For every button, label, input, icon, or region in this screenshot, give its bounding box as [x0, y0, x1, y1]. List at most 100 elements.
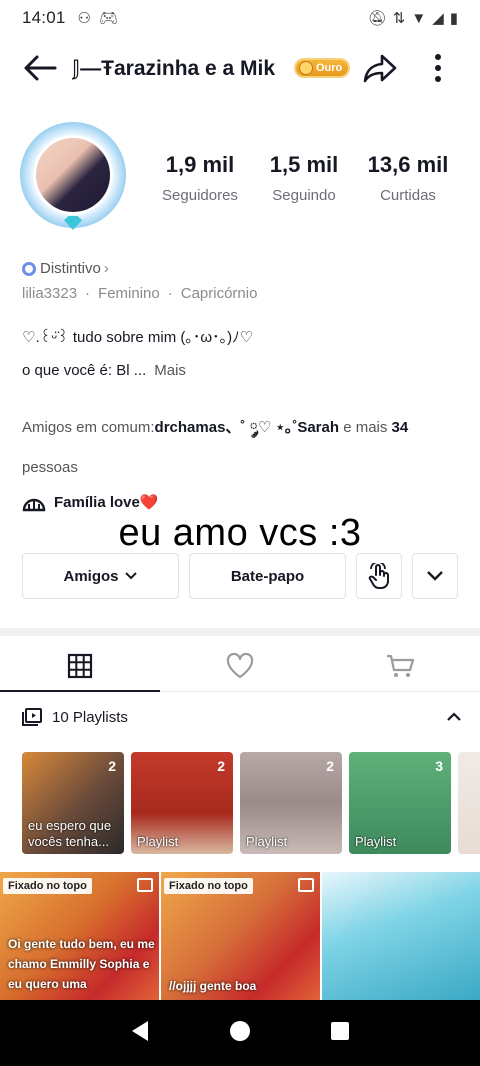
playlists-header: 10 Playlists [22, 708, 462, 726]
followers-count: 1,9 mil [165, 152, 235, 177]
username: lilia3323 [22, 285, 78, 302]
status-time: 14:01 [22, 8, 66, 27]
video-caption: //ojjjj gente boa [169, 979, 257, 993]
nav-back-button[interactable] [130, 1020, 150, 1047]
chevron-down-icon [124, 572, 137, 580]
coin-icon [299, 61, 313, 75]
playlist-label: Playlist [355, 834, 397, 849]
square-recents-icon [331, 1021, 350, 1040]
share-button[interactable] [356, 44, 404, 92]
bio-line-1: ♡.꒰ᵕ̈꒱ tudo sobre mim (｡･ω･｡)ﾉ♡ [22, 329, 254, 346]
cart-icon [387, 654, 415, 677]
back-button[interactable] [16, 44, 64, 92]
badges-label: Distintivo [40, 260, 101, 277]
playlist-card[interactable]: 3 Playlist [349, 752, 451, 854]
data-arrows-icon: ⇅ [392, 10, 406, 27]
gender: Feminino [98, 285, 160, 302]
gem-icon [64, 216, 82, 230]
playlist-label: Playlist [246, 834, 288, 849]
nav-home-button[interactable] [229, 1020, 251, 1047]
mutual-friends-and: e mais [339, 419, 392, 436]
friends-button[interactable]: Amigos [22, 553, 179, 599]
signal-icon: ◢ [432, 10, 444, 27]
stat-followers[interactable]: 1,9 mil Seguidores [148, 152, 252, 204]
status-bar: 14:01 ⚇ 🎮︎ 🔕︎ ⇅ ▼ ◢ ▮ [0, 0, 480, 36]
profile-stats: 1,9 mil Seguidores 1,5 mil Seguindo 13,6… [148, 152, 460, 204]
collapse-playlists-button[interactable] [446, 709, 462, 726]
chat-button-label: Bate-papo [230, 567, 305, 585]
mutual-friends-names: drchamas、˚ ༘♡ ⋆｡˚Sarah [154, 419, 340, 436]
pinned-badge: Fixado no topo [3, 878, 92, 894]
chevron-up-icon [447, 711, 461, 721]
pinned-badge: Fixado no topo [164, 878, 253, 894]
mutual-friends[interactable]: Amigos em comum:drchamas、˚ ༘♡ ⋆｡˚Sarah e… [22, 408, 462, 488]
tab-liked[interactable] [160, 640, 320, 691]
video-thumbnail[interactable] [322, 872, 480, 1002]
badge-icon [22, 261, 36, 276]
tab-shop[interactable] [320, 640, 480, 691]
likes-label: Curtidas [380, 187, 436, 204]
mute-icon: 🔕︎ [367, 10, 387, 27]
profile-title: 𝕁—Ŧarazinha e a Mik [72, 56, 276, 80]
tab-videos[interactable] [0, 640, 160, 692]
mutual-friends-suffix: pessoas [22, 459, 78, 476]
more-options-button[interactable] [416, 44, 460, 92]
badges-link[interactable]: Distintivo › [22, 260, 109, 277]
battery-icon: ▮ [449, 10, 458, 27]
playlist-card[interactable] [458, 752, 480, 854]
more-link[interactable]: Mais [154, 362, 186, 379]
mutual-friends-label: Amigos em comum: [22, 419, 155, 436]
nav-recents-button[interactable] [330, 1021, 350, 1046]
avatar[interactable] [20, 122, 126, 230]
action-buttons: Amigos Bate-papo [22, 553, 458, 599]
wifi-icon: ▼ [411, 9, 427, 27]
family-label: Família love❤️ [54, 494, 159, 511]
badge-label: Ouro [316, 62, 343, 74]
bio-line-2: o que você é: Bl ... Mais [22, 362, 186, 379]
app-notification-icon: ⚇ [77, 10, 91, 27]
playlist-card[interactable]: 2 Playlist [131, 752, 233, 854]
content-tabs [0, 640, 480, 692]
playlist-list: 2 eu espero que vocês tenha... 2 Playlis… [22, 752, 480, 854]
overlay-caption: eu amo vcs :3 [118, 512, 362, 554]
family-group[interactable]: Família love❤️ [22, 492, 159, 512]
heart-icon [226, 652, 254, 678]
mutual-friends-count: 34 [391, 419, 409, 436]
playlist-video-count: 2 [108, 758, 116, 774]
friends-button-label: Amigos [63, 567, 119, 585]
ouro-badge[interactable]: Ouro [294, 58, 351, 78]
video-thumbnail[interactable]: Fixado no topo //ojjjj gente boa [161, 872, 320, 1002]
playlist-label: Playlist [137, 834, 179, 849]
playlists-count: 10 Playlists [52, 708, 128, 726]
gamepad-icon: 🎮︎ [99, 10, 119, 27]
video-thumbnail[interactable]: Fixado no topo Oi gente tudo bem, eu me … [0, 872, 159, 1002]
playlist-icon [22, 708, 42, 726]
profile-meta: lilia3323 · Feminino · Capricórnio [22, 285, 258, 302]
playlist-video-count: 2 [326, 758, 334, 774]
playlist-card[interactable]: 2 eu espero que vocês tenha... [22, 752, 124, 854]
poke-button[interactable] [356, 553, 402, 599]
likes-count: 13,6 mil [367, 152, 449, 177]
stat-likes[interactable]: 13,6 mil Curtidas [356, 152, 460, 204]
top-nav: 𝕁—Ŧarazinha e a Mik Ouro [0, 40, 480, 96]
stat-following[interactable]: 1,5 mil Seguindo [252, 152, 356, 204]
expand-button[interactable] [412, 553, 458, 599]
chevron-right-icon: › [103, 260, 109, 277]
playlist-video-count: 3 [435, 758, 443, 774]
family-icon [22, 498, 46, 512]
image-post-icon [137, 878, 153, 892]
chat-button[interactable]: Bate-papo [189, 553, 346, 599]
followers-label: Seguidores [162, 187, 238, 204]
video-grid: Fixado no topo Oi gente tudo bem, eu me … [0, 872, 480, 1002]
chevron-down-icon [427, 571, 443, 581]
triangle-back-icon [131, 1020, 148, 1041]
hand-pointer-icon [368, 563, 389, 589]
zodiac-sign: Capricórnio [180, 285, 258, 302]
system-nav-bar [0, 1000, 480, 1066]
grid-icon [67, 653, 93, 678]
playlist-video-count: 2 [217, 758, 225, 774]
share-icon [363, 54, 397, 83]
following-label: Seguindo [272, 187, 336, 204]
playlist-card[interactable]: 2 Playlist [240, 752, 342, 854]
more-vertical-icon [435, 54, 441, 82]
